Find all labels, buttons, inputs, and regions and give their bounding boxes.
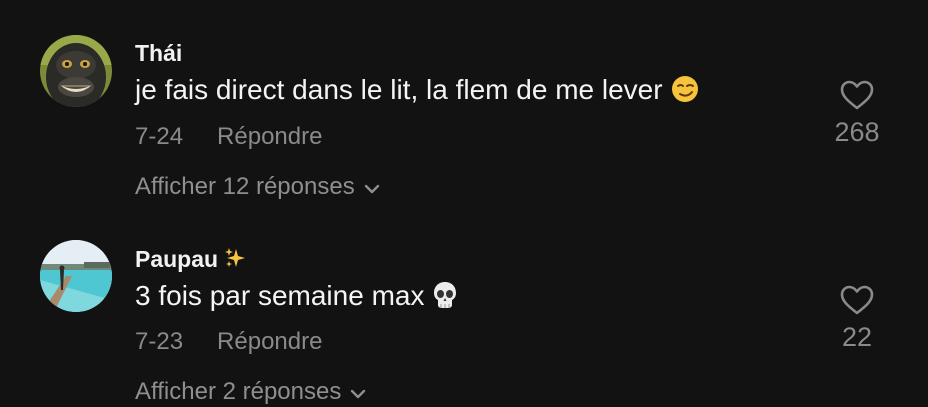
- comment-text: je fais direct dans le lit, la flem de m…: [135, 74, 699, 110]
- skull-emoji-icon: [432, 281, 458, 316]
- avatar[interactable]: [40, 35, 112, 107]
- beach-avatar-image: [40, 240, 112, 312]
- view-replies-button[interactable]: Afficher 12 réponses: [135, 173, 381, 202]
- chevron-down-icon: [349, 379, 367, 407]
- view-replies-button[interactable]: Afficher 2 réponses: [135, 378, 367, 407]
- like-count: 268: [834, 117, 880, 147]
- like-count: 22: [841, 322, 873, 352]
- comment-date: 7-23: [135, 328, 184, 355]
- avatar[interactable]: [40, 240, 112, 312]
- like-button[interactable]: 268: [822, 80, 892, 148]
- username[interactable]: Thái: [135, 40, 182, 67]
- reply-button[interactable]: Répondre: [217, 123, 322, 150]
- sparkles-emoji-icon: [224, 247, 246, 275]
- heart-icon[interactable]: [822, 285, 892, 316]
- heart-icon[interactable]: [822, 80, 892, 111]
- comment-meta: 7-24 Répondre: [135, 123, 322, 151]
- username[interactable]: Paupau: [135, 246, 246, 275]
- comment-meta: 7-23 Répondre: [135, 328, 322, 356]
- monkey-avatar-image: [40, 35, 112, 107]
- comment-date: 7-24: [135, 123, 184, 150]
- chevron-down-icon: [363, 174, 381, 202]
- like-button[interactable]: 22: [822, 285, 892, 353]
- smirking-face-emoji-icon: [671, 75, 699, 110]
- comment-text: 3 fois par semaine max: [135, 280, 458, 316]
- reply-button[interactable]: Répondre: [217, 328, 322, 355]
